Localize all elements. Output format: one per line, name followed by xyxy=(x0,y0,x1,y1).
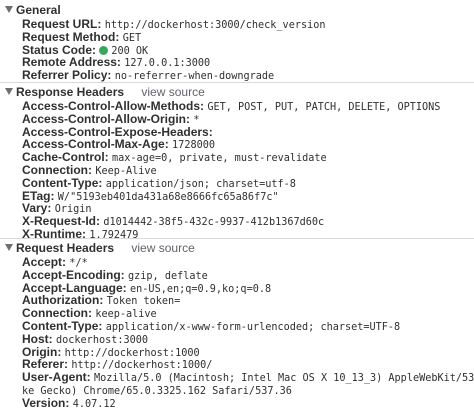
response-headers-header[interactable]: Response Headers view source xyxy=(0,84,474,100)
request-headers-header[interactable]: Request Headers view source xyxy=(0,240,474,256)
header-value: 127.0.0.1:3000 xyxy=(124,58,211,70)
header-row: Content-Type: application/json; charset=… xyxy=(0,176,474,190)
header-key: User-Agent: xyxy=(22,371,91,384)
header-value: no-referrer-when-downgrade xyxy=(114,71,275,83)
header-value: GET, POST, PUT, PATCH, DELETE, OPTIONS xyxy=(207,102,441,113)
header-value: application/x-www-form-urlencoded; chars… xyxy=(105,321,401,333)
general-section: General Request URL: http://dockerhost:3… xyxy=(0,2,474,82)
header-value: http://dockerhost:1000 xyxy=(64,347,200,359)
header-key: Version: xyxy=(22,395,70,410)
section-divider xyxy=(0,82,474,83)
header-row: Referer: http://dockerhost:1000/ xyxy=(0,358,474,371)
collapse-triangle-icon[interactable] xyxy=(5,6,13,13)
request-headers-title: Request Headers xyxy=(16,241,115,255)
header-key: Referrer Policy: xyxy=(22,68,112,83)
section-divider xyxy=(0,238,474,239)
header-row: Version: 4.07.12 xyxy=(0,395,474,410)
header-value: en-US,en;q=0.9,ko;q=0.8 xyxy=(130,283,272,295)
general-header[interactable]: General xyxy=(0,2,474,18)
header-value: gzip, deflate xyxy=(128,270,208,282)
collapse-triangle-icon[interactable] xyxy=(5,244,13,251)
header-value: 4.07.12 xyxy=(72,398,116,410)
response-headers-title: Response Headers xyxy=(16,85,125,99)
header-value: 1728000 xyxy=(172,140,215,152)
header-key: Referer: xyxy=(22,357,69,372)
header-row: Referrer Policy: no-referrer-when-downgr… xyxy=(0,69,474,82)
header-value: Mozilla/5.0 (Macintosh; Intel Mac OS X 1… xyxy=(94,373,474,384)
header-row: Content-Type: application/x-www-form-url… xyxy=(0,320,474,333)
general-title: General xyxy=(16,3,61,17)
header-row: User-Agent: Mozilla/5.0 (Macintosh; Inte… xyxy=(0,371,474,384)
header-row: ETag: W/"5193eb401da431a68e8666fc65a86f7… xyxy=(0,189,474,203)
response-headers-section: Response Headers view source Access-Cont… xyxy=(0,84,474,241)
header-row-continuation: ke Gecko) Chrome/65.0.3325.162 Safari/53… xyxy=(0,384,474,397)
header-value: W/"5193eb401da431a68e8666fc65a86f7c" xyxy=(57,191,279,203)
header-value: dockerhost:3000 xyxy=(56,334,149,346)
header-value: http://dockerhost:3000/check_version xyxy=(104,20,326,31)
view-source-link[interactable]: view source xyxy=(131,241,194,255)
header-value: Token token= xyxy=(106,296,181,308)
header-value: GET xyxy=(122,32,142,44)
collapse-triangle-icon[interactable] xyxy=(5,88,13,95)
header-row: Host: dockerhost:3000 xyxy=(0,332,474,346)
header-value: d1014442-38f5-432c-9937-412b1367d60c xyxy=(103,217,325,229)
status-ok-icon xyxy=(99,45,109,55)
request-headers-section: Request Headers view source Accept: */* … xyxy=(0,240,474,410)
header-row: Origin: http://dockerhost:1000 xyxy=(0,345,474,359)
header-value: http://dockerhost:1000/ xyxy=(71,360,213,372)
view-source-link[interactable]: view source xyxy=(141,85,204,99)
header-value: application/json; charset=utf-8 xyxy=(105,178,296,190)
header-value: max-age=0, private, must-revalidate xyxy=(112,153,327,165)
